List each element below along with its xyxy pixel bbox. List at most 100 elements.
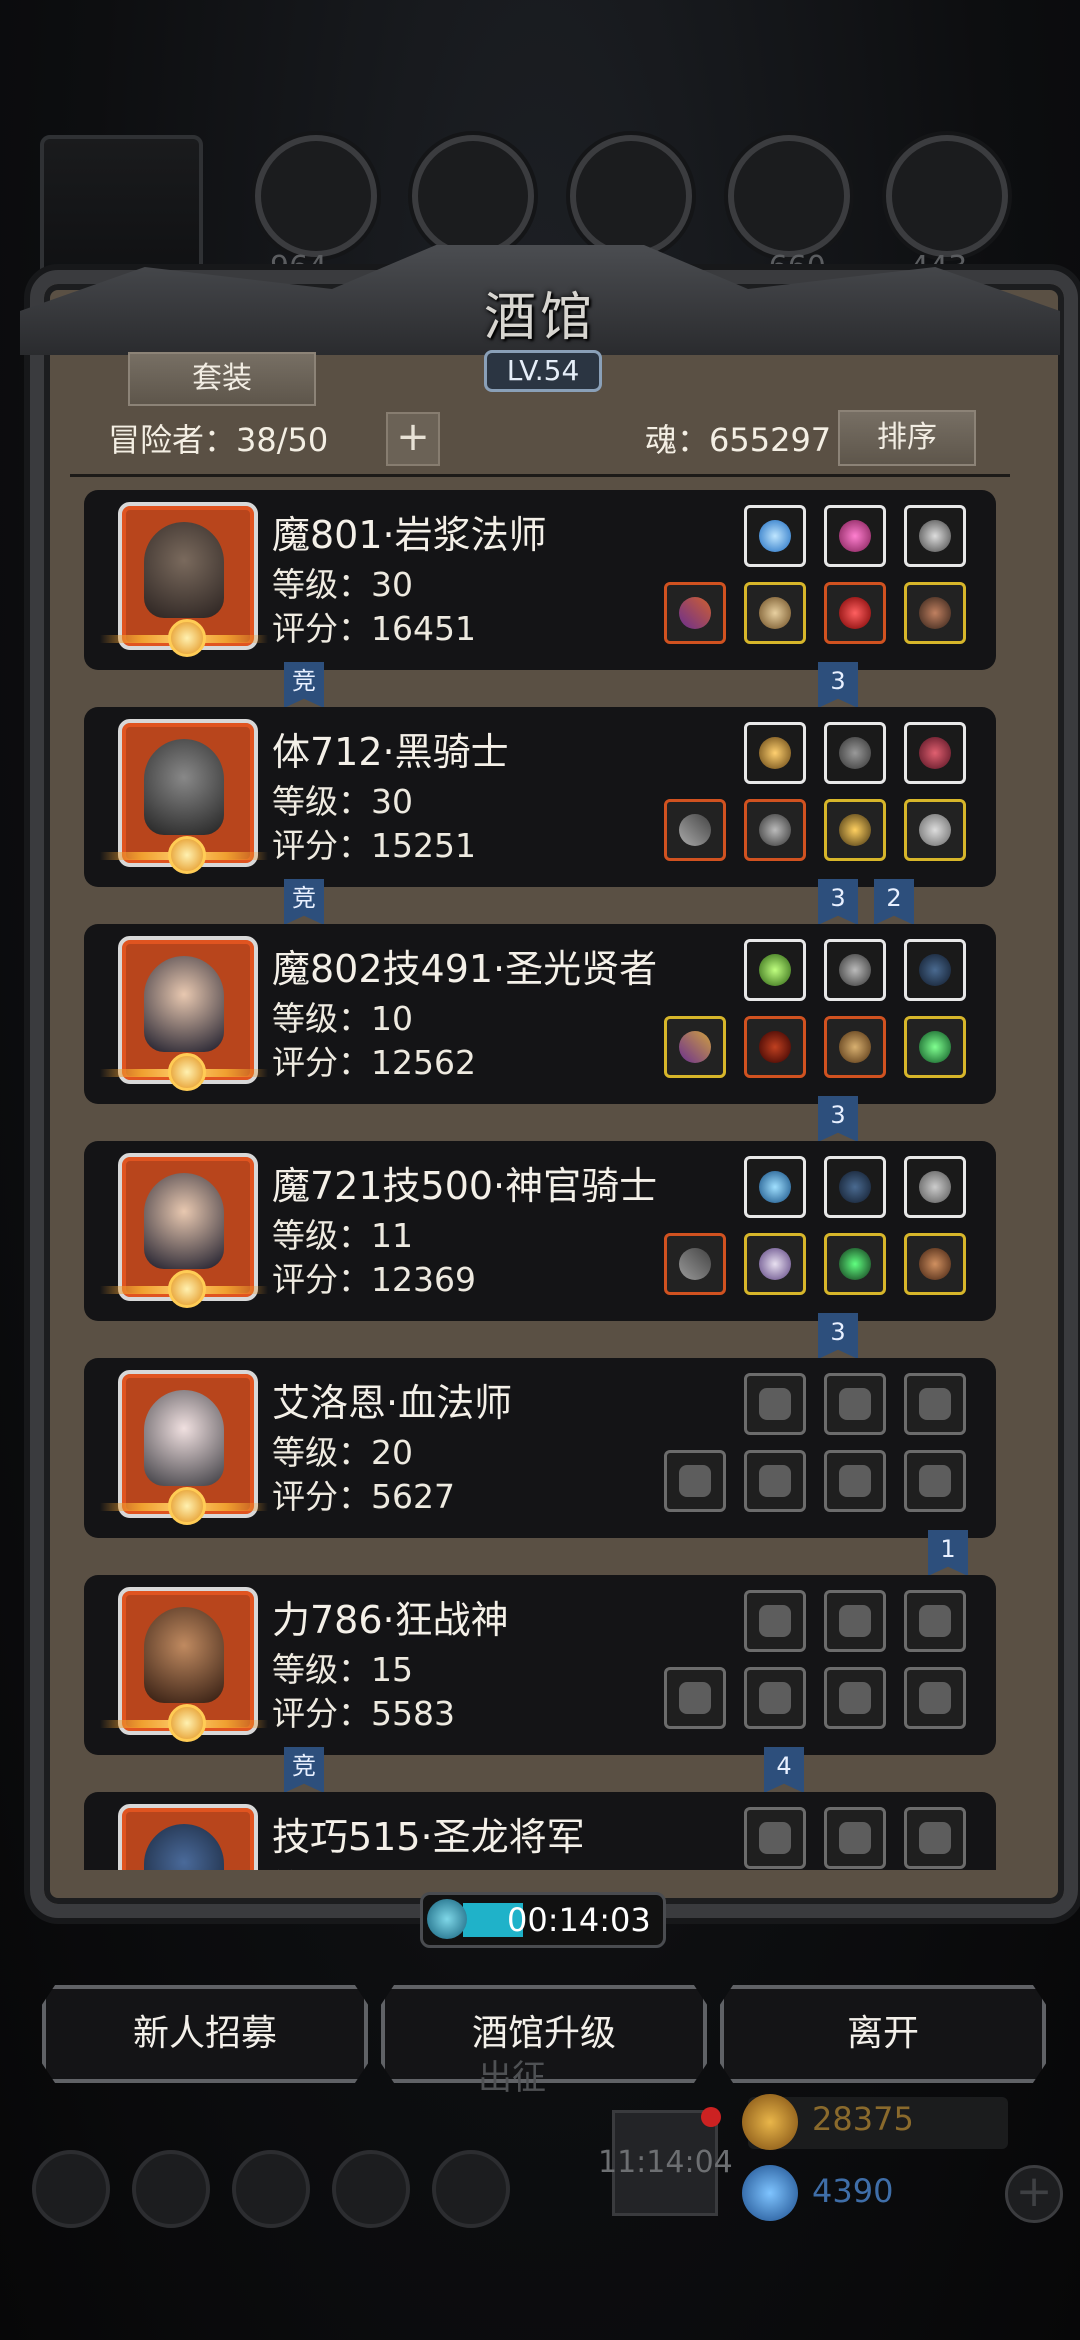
add-currency-button[interactable]: + <box>1005 2165 1063 2223</box>
adventurer-card[interactable]: 体712·黑骑士 等级：30 评分：15251 <box>84 707 996 887</box>
map-icon[interactable] <box>432 2150 510 2228</box>
empty-slot-icon[interactable] <box>904 1667 966 1729</box>
adventurer-score: 评分：12369 <box>272 1260 476 1299</box>
ring-equip-icon[interactable] <box>824 582 886 644</box>
panel-title: 酒馆 <box>483 288 596 348</box>
crystal-equip-icon[interactable] <box>744 939 806 1001</box>
soul-count: 魂：655297 <box>645 421 832 459</box>
star-icon[interactable] <box>132 2150 210 2228</box>
adventurer-list[interactable]: 魔801·岩浆法师 等级：30 评分：16451 竞 3 体712·黑骑士 等级… <box>84 490 996 1870</box>
recruit-timer: 00:14:03 <box>420 1892 666 1948</box>
staff-equip-icon[interactable] <box>664 582 726 644</box>
mask-equip-icon[interactable] <box>904 1233 966 1295</box>
rank-medal-icon <box>100 1270 268 1308</box>
tavern-level-badge: LV.54 <box>484 350 602 392</box>
adventurer-card[interactable]: 魔721技500·神官骑士 等级：11 评分：12369 <box>84 1141 996 1321</box>
bow-equip-icon[interactable] <box>824 1156 886 1218</box>
count-tag: 3 <box>818 879 858 925</box>
gem-icon <box>742 2165 798 2221</box>
adventurer-score: 评分：15251 <box>272 826 476 865</box>
set-button[interactable]: 套装 <box>128 352 316 406</box>
adventurer-name: 体712·黑骑士 <box>272 730 509 774</box>
adventurer-card[interactable]: 技巧515·圣龙将军 等级 <box>84 1792 996 1870</box>
recruit-button[interactable]: 新人招募 <box>42 1985 368 2083</box>
rank-medal-icon <box>100 836 268 874</box>
empty-slot-icon[interactable] <box>904 1450 966 1512</box>
adventurer-name: 技巧515·圣龙将军 <box>272 1815 585 1859</box>
adventurer-name: 艾洛恩·血法师 <box>272 1381 513 1425</box>
adventurer-level: 等级：10 <box>272 999 413 1038</box>
adventurer-card[interactable]: 力786·狂战神 等级：15 评分：5583 <box>84 1575 996 1755</box>
staff-equip-icon[interactable] <box>664 1016 726 1078</box>
robe-equip-icon[interactable] <box>744 1016 806 1078</box>
settings-icon[interactable] <box>32 2150 110 2228</box>
adventurer-name: 魔801·岩浆法师 <box>272 513 547 557</box>
count-tag: 4 <box>764 1747 804 1793</box>
rank-medal-icon <box>100 1053 268 1091</box>
shield-equip-icon[interactable] <box>904 799 966 861</box>
empty-slot-icon[interactable] <box>744 1373 806 1435</box>
leave-button[interactable]: 离开 <box>720 1985 1046 2083</box>
hammer-equip-icon[interactable] <box>664 1233 726 1295</box>
adventurer-level: 等级：11 <box>272 1216 413 1255</box>
adventurer-card[interactable]: 魔802技491·圣光贤者 等级：10 评分：12562 <box>84 924 996 1104</box>
adventurer-name: 魔802技491·圣光贤者 <box>272 947 658 991</box>
helmet-equip-icon[interactable] <box>744 722 806 784</box>
empty-slot-icon[interactable] <box>904 1590 966 1652</box>
boot-equip-icon[interactable] <box>824 722 886 784</box>
empty-slot-icon[interactable] <box>664 1450 726 1512</box>
count-tag: 1 <box>928 1530 968 1576</box>
adventurer-score: 评分：5583 <box>272 1694 455 1733</box>
bow-equip-icon[interactable] <box>904 939 966 1001</box>
mail-icon[interactable] <box>332 2150 410 2228</box>
orb-equip-icon[interactable] <box>744 505 806 567</box>
wood-resource-icon <box>412 135 534 257</box>
count-tag: 2 <box>874 879 914 925</box>
empty-slot-icon[interactable] <box>824 1450 886 1512</box>
armor-equip-icon[interactable] <box>744 582 806 644</box>
add-slot-button[interactable]: + <box>386 412 440 466</box>
empty-slot-icon[interactable] <box>904 1373 966 1435</box>
arena-tag: 竞 <box>284 1747 324 1793</box>
orb-equip-icon[interactable] <box>744 1156 806 1218</box>
book-equip-icon[interactable] <box>904 1156 966 1218</box>
empty-slot-icon[interactable] <box>744 1807 806 1869</box>
empty-slot-icon[interactable] <box>824 1373 886 1435</box>
amulet-equip-icon[interactable] <box>904 582 966 644</box>
amulet-equip-icon[interactable] <box>824 1233 886 1295</box>
guild-icon[interactable] <box>232 2150 310 2228</box>
empty-slot-icon[interactable] <box>824 1667 886 1729</box>
coral-equip-icon[interactable] <box>824 505 886 567</box>
player-avatar[interactable] <box>40 135 203 288</box>
mask-equip-icon[interactable] <box>904 505 966 567</box>
dagger-equip-icon[interactable] <box>824 939 886 1001</box>
empty-slot-icon[interactable] <box>744 1450 806 1512</box>
adventurer-portrait[interactable] <box>118 1804 258 1870</box>
adventurer-level: 等级：30 <box>272 565 413 604</box>
gem-equip-icon[interactable] <box>904 1016 966 1078</box>
empty-slot-icon[interactable] <box>904 1807 966 1869</box>
gauntlet-equip-icon[interactable] <box>904 722 966 784</box>
armor-equip-icon[interactable] <box>744 799 806 861</box>
adventurer-card[interactable]: 魔801·岩浆法师 等级：30 评分：16451 <box>84 490 996 670</box>
empty-slot-icon[interactable] <box>744 1590 806 1652</box>
adventurer-count: 冒险者：38/50 <box>108 421 329 459</box>
sort-button[interactable]: 排序 <box>838 410 976 466</box>
empty-slot-icon[interactable] <box>664 1667 726 1729</box>
count-tag: 3 <box>818 1313 858 1359</box>
scroll-equip-icon[interactable] <box>824 1016 886 1078</box>
sword-equip-icon[interactable] <box>664 799 726 861</box>
adventurer-level: 等级：30 <box>272 782 413 821</box>
gold-value: 28375 <box>812 2100 914 2138</box>
empty-slot-icon[interactable] <box>824 1590 886 1652</box>
adventurer-score: 评分：16451 <box>272 609 476 648</box>
empty-slot-icon[interactable] <box>824 1807 886 1869</box>
empty-slot-icon[interactable] <box>744 1667 806 1729</box>
spider-equip-icon[interactable] <box>824 799 886 861</box>
rank-medal-icon <box>100 1487 268 1525</box>
robe-equip-icon[interactable] <box>744 1233 806 1295</box>
adventurer-card[interactable]: 艾洛恩·血法师 等级：20 评分：5627 <box>84 1358 996 1538</box>
adventurer-level: 等级 <box>272 1860 338 1870</box>
bottom-nav <box>0 2107 1080 2340</box>
arena-tag: 竞 <box>284 662 324 708</box>
